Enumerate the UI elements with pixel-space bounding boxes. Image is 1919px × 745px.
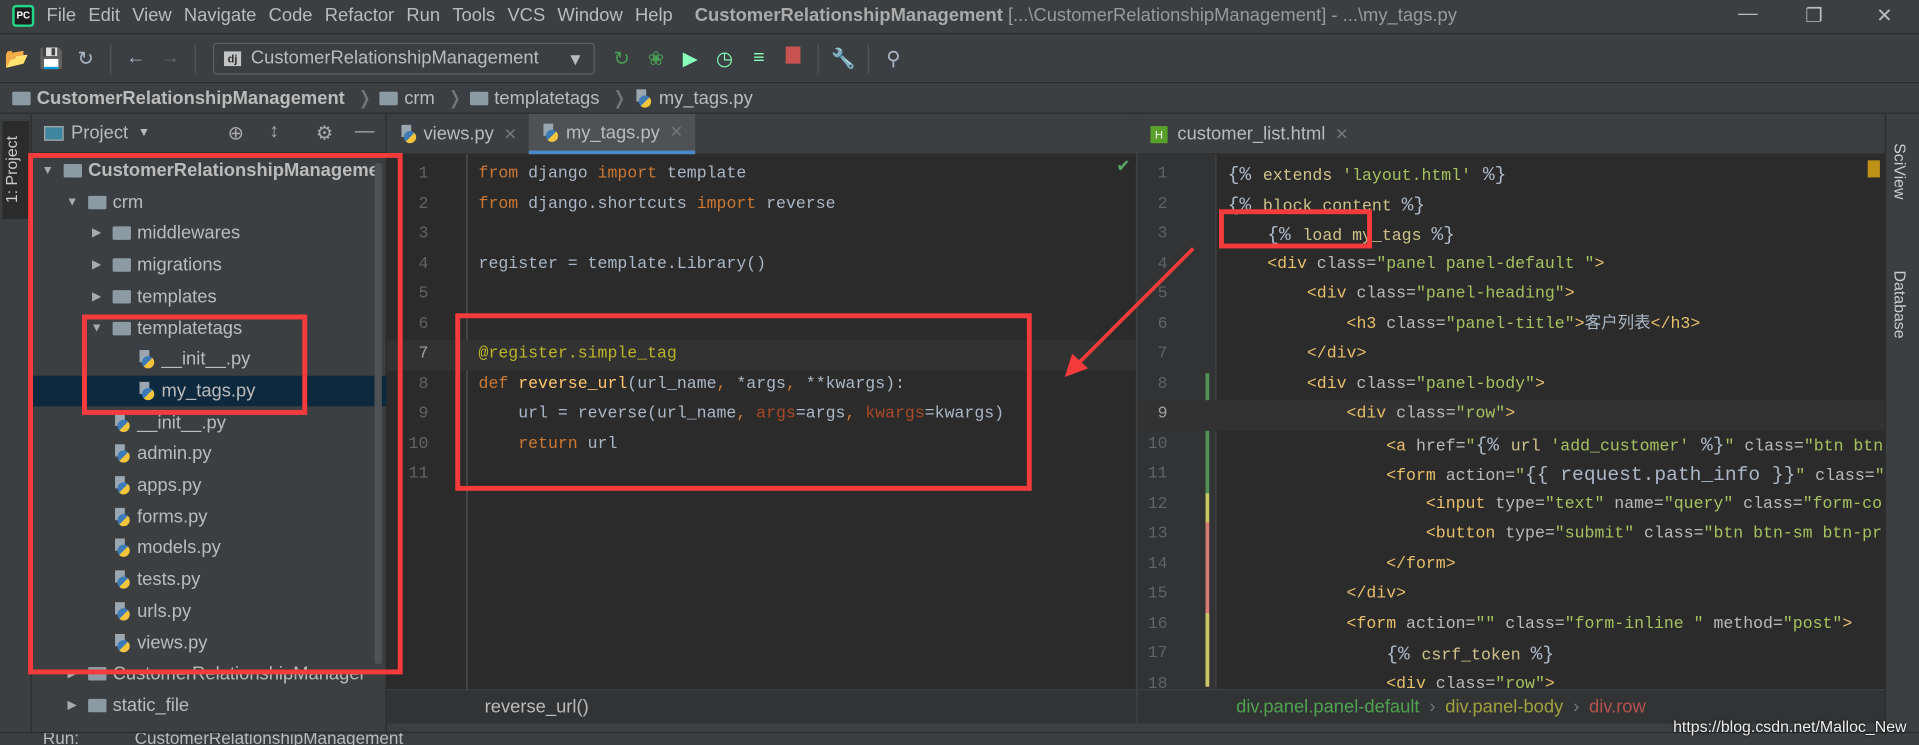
watermark: https://blog.csdn.net/Malloc_New xyxy=(1673,717,1907,736)
ide-window: PC File Edit View Navigate Code Refactor Run To… xyxy=(0,0,1919,745)
annotation-arrow xyxy=(1064,247,1195,377)
